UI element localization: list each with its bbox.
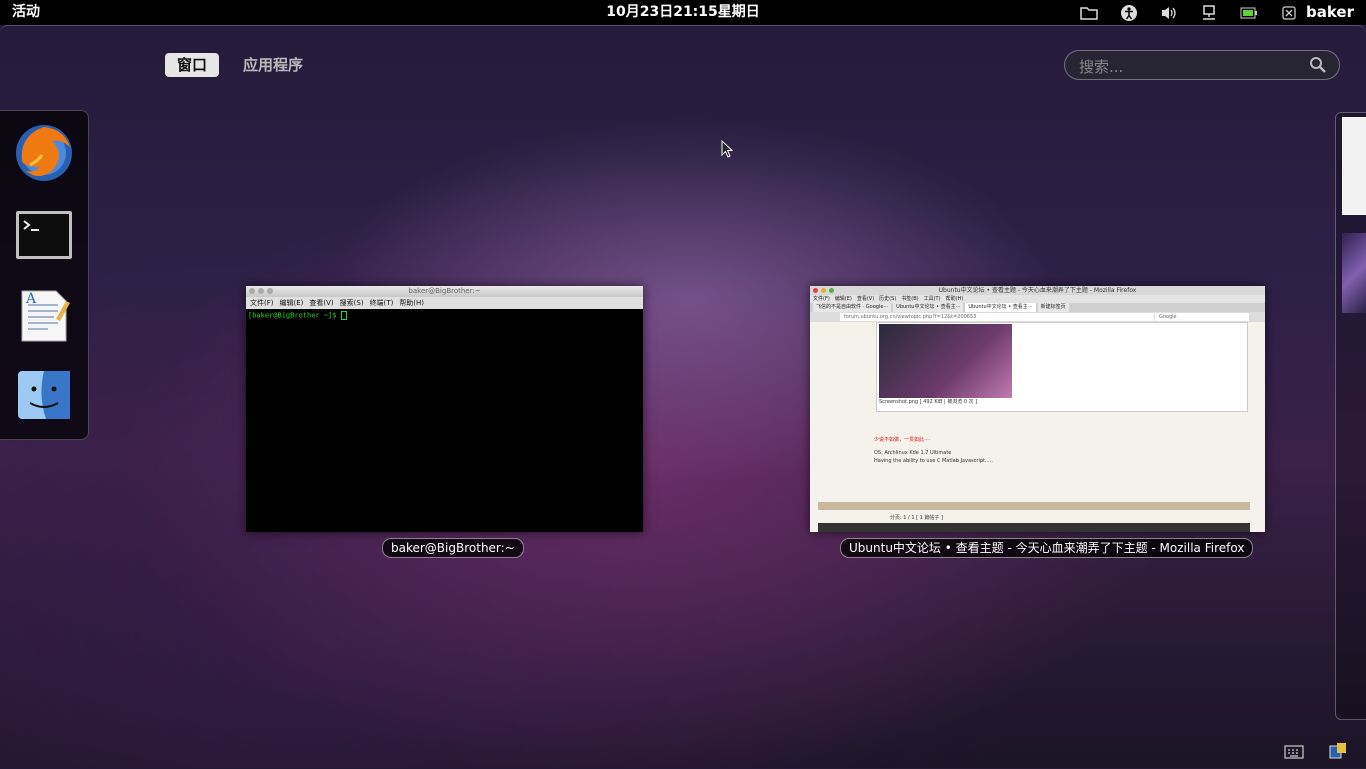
battery-icon[interactable] [1238, 4, 1260, 22]
window-titlebar: Ubuntu中文论坛 • 查看主题 - 今天心血来潮弄了下主题 - Mozill… [810, 286, 1265, 295]
menu-item: 历史(S) [879, 296, 897, 302]
menu-item: 查看(V) [309, 299, 334, 307]
page-content: Screenshot.png [ 492 KiB | 被浏览 0 次 ] 少说不… [810, 322, 1265, 532]
top-panel: 活动 10月23日21:15星期日 baker [0, 0, 1366, 25]
menu-item: 查看(V) [856, 296, 875, 302]
terminal-cursor [340, 311, 347, 320]
tab-windows[interactable]: 窗口 [165, 53, 220, 77]
menu-item: 帮助(H) [945, 296, 964, 302]
screenshot-image [879, 324, 1012, 398]
page-line: 少说不如做，一贯如此···· [874, 437, 931, 443]
terminal-prompt: [baker@BigBrother ~]$ [248, 311, 337, 320]
browser-tab: Ubuntu中文论坛 • 查看主··· [893, 303, 964, 312]
url-bar: forum.ubuntu.org.cn/viewtopic.php?f=12&t… [840, 313, 1154, 321]
dash-app-text-editor[interactable]: A [12, 283, 76, 347]
dash-app-terminal[interactable] [12, 203, 76, 267]
dash-app-firefox[interactable] [12, 121, 76, 185]
window-thumbnail-terminal[interactable]: baker@BigBrother:~ 文件(F) 编辑(E) 查看(V) 搜索(… [246, 286, 643, 532]
accessibility-icon[interactable] [1118, 4, 1140, 22]
firefox-icon [16, 125, 72, 181]
svg-text:A: A [25, 291, 37, 307]
finder-icon [18, 371, 70, 419]
dash: A [0, 110, 89, 440]
workspace-thumbnails [1335, 112, 1366, 720]
workspace-thumbnail[interactable] [1342, 233, 1366, 313]
window-caption-terminal[interactable]: baker@BigBrother:~ [382, 538, 524, 558]
menu-item: 文件(F) [813, 296, 830, 302]
window-controls [249, 288, 273, 294]
page-line: Having the ability to use C Matlab Javas… [874, 458, 993, 464]
user-status-icon[interactable] [1278, 4, 1300, 22]
firefox-menubar: 文件(F) 编辑(E) 查看(V) 历史(S) 书签(B) 工具(T) 帮助(H… [810, 295, 1265, 303]
page-line: OS: Archlinux Kde 1.7 Ultimate [874, 450, 952, 456]
user-menu[interactable]: baker [1306, 0, 1354, 25]
text-editor-icon: A [21, 290, 70, 342]
clock-label[interactable]: 10月23日21:15星期日 [606, 4, 760, 20]
dash-app-finder[interactable] [12, 363, 76, 427]
browser-tab: 飞信的不是自由软件 · Google··· [813, 303, 892, 312]
firefox-navbar: forum.ubuntu.org.cn/viewtopic.php?f=12&t… [810, 312, 1265, 322]
folder-icon[interactable] [1078, 4, 1100, 22]
volume-icon[interactable] [1158, 4, 1180, 22]
window-title: Ubuntu中文论坛 • 查看主题 - 今天心血来潮弄了下主题 - Mozill… [938, 287, 1137, 294]
menu-item: 编辑(E) [834, 296, 852, 302]
menu-item: 编辑(E) [279, 299, 304, 307]
terminal-icon [16, 211, 72, 259]
mouse-cursor [721, 140, 733, 158]
browser-tab: 新建标签页 [1037, 303, 1069, 312]
view-selector: 窗口 应用程序 [165, 53, 315, 77]
window-controls [813, 288, 834, 293]
window-titlebar: baker@BigBrother:~ [246, 286, 643, 297]
status-area: baker [1078, 0, 1366, 25]
menu-item: 书签(B) [901, 296, 919, 302]
terminal-content: [baker@BigBrother ~]$ [246, 309, 643, 322]
page-line: 分页: 1 / 1 [ 1 篇帖子 ] [890, 515, 943, 521]
menu-item: 搜索(S) [339, 299, 364, 307]
page-footer-bar [818, 523, 1250, 532]
browser-tab: Ubuntu中文论坛 • 查看主··· [965, 303, 1036, 312]
activities-button[interactable]: 活动 [12, 0, 40, 25]
window-title: baker@BigBrother:~ [408, 287, 481, 295]
notification-icon[interactable] [1328, 742, 1348, 760]
search-engine-box: Google [1155, 313, 1249, 321]
window-thumbnail-firefox[interactable]: Ubuntu中文论坛 • 查看主题 - 今天心血来潮弄了下主题 - Mozill… [810, 286, 1265, 532]
search-placeholder: 搜索... [1079, 58, 1124, 76]
page-line: Screenshot.png [ 492 KiB | 被浏览 0 次 ] [879, 399, 978, 405]
page-bar [818, 502, 1250, 510]
menu-item: 工具(T) [923, 296, 941, 302]
menu-item: 终端(T) [369, 299, 394, 307]
search-input[interactable]: 搜索... [1064, 50, 1340, 80]
window-caption-firefox[interactable]: Ubuntu中文论坛 • 查看主题 - 今天心血来潮弄了下主题 - Mozill… [840, 538, 1254, 558]
terminal-menubar: 文件(F) 编辑(E) 查看(V) 搜索(S) 终端(T) 帮助(H) [246, 297, 643, 309]
firefox-tabstrip: 飞信的不是自由软件 · Google··· Ubuntu中文论坛 • 查看主··… [810, 303, 1265, 312]
tab-applications[interactable]: 应用程序 [231, 53, 315, 77]
menu-item: 文件(F) [250, 299, 274, 307]
workspace-thumbnail[interactable] [1342, 117, 1366, 215]
menu-item: 帮助(H) [399, 299, 425, 307]
network-icon[interactable] [1198, 4, 1220, 22]
search-icon [1310, 57, 1326, 73]
keyboard-icon[interactable] [1284, 742, 1304, 760]
